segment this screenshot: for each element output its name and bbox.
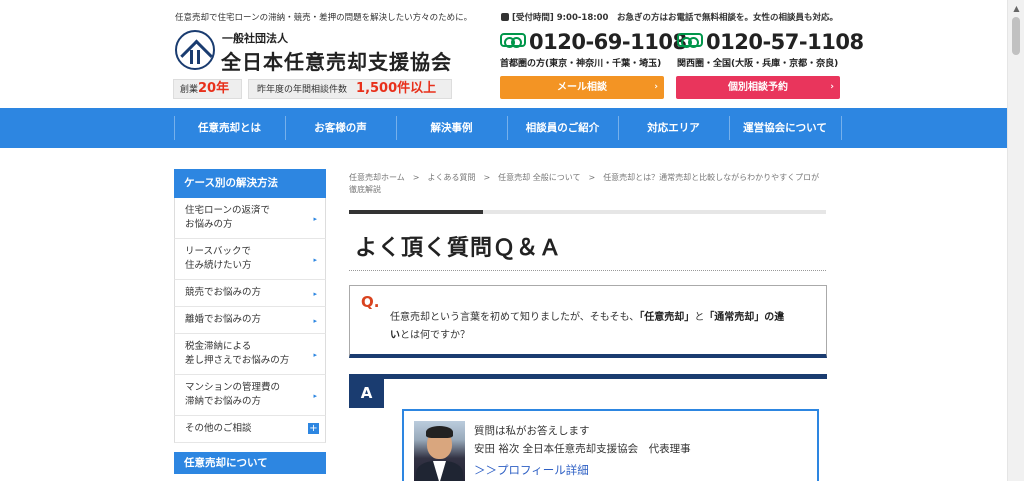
- sidebar-item-label: 滞納でお悩みの方: [185, 396, 262, 407]
- tel-tokyo-number[interactable]: 0120-69-1108: [529, 30, 687, 54]
- count-value: 1,500件以上: [356, 81, 437, 96]
- question-box: Q. 任意売却という言葉を初めて知りましたが、そもそも、「任意売却」と「通常売却…: [349, 285, 827, 358]
- nav-item-consultants[interactable]: 相談員のご紹介: [507, 108, 618, 148]
- freedial-icon: [677, 33, 703, 48]
- plus-icon[interactable]: +: [308, 423, 319, 434]
- org-name-logo[interactable]: 全日本任意売却支援協会: [221, 46, 452, 75]
- question-text: 任意売却という言葉を初めて知りましたが、そもそも、「任意売却」と「通常売却」の違…: [390, 309, 790, 345]
- tagline: 任意売却で住宅ローンの滞納・競売・差押の問題を解決したい方々のために。: [175, 13, 473, 23]
- question-text-part: と: [694, 312, 705, 323]
- tel-kansai[interactable]: 0120-57-1108: [677, 30, 864, 54]
- breadcrumb-home[interactable]: 任意売却ホーム: [349, 173, 405, 182]
- sidebar-item-label: リースバックで: [185, 246, 252, 257]
- chevron-right-icon: ›: [830, 82, 834, 92]
- business-hours: [受付時間] 9:00-18:00 お急ぎの方はお電話で無料相談を。女性の相談員…: [501, 11, 838, 23]
- sidebar-item-label: 住み続けたい方: [185, 260, 252, 271]
- profile-link[interactable]: ＞＞プロフィール詳細: [474, 462, 589, 478]
- sidebar-item-label: 税金滞納による: [185, 341, 252, 352]
- consultation-count-badge: 昨年度の年間相談件数 1,500件以上: [248, 79, 452, 99]
- answer-band: [349, 374, 827, 379]
- answer-mark: A: [349, 379, 384, 408]
- sidebar-item-label: その他のご相談: [185, 423, 252, 434]
- scrollbar-thumb[interactable]: [1012, 17, 1020, 55]
- main-nav: 任意売却とは お客様の声 解決事例 相談員のご紹介 対応エリア 運営協会について: [0, 108, 1007, 148]
- tel-kansai-number[interactable]: 0120-57-1108: [706, 30, 864, 54]
- breadcrumb-category[interactable]: 任意売却 全般について: [498, 173, 580, 182]
- nav-item-cases[interactable]: 解決事例: [396, 108, 507, 148]
- question-text-part: とは何ですか？: [400, 330, 470, 341]
- nav-item-area[interactable]: 対応エリア: [618, 108, 729, 148]
- nav-item-customer-voice[interactable]: お客様の声: [285, 108, 396, 148]
- sidebar-item-leaseback[interactable]: リースバックで 住み続けたい方 ▸: [174, 239, 326, 280]
- question-mark: Q.: [361, 293, 380, 311]
- chevron-right-icon: ›: [654, 82, 658, 92]
- arrow-right-icon: ▸: [313, 392, 317, 400]
- arrow-right-icon: ▸: [313, 317, 317, 325]
- sidebar: ケース別の解決方法 住宅ローンの返済で お悩みの方 ▸ リースバックで 住み続けたい方…: [174, 169, 326, 474]
- avatar: [414, 421, 465, 481]
- sidebar-item-tax[interactable]: 税金滞納による差し押さえでお悩みの方 ▸: [174, 334, 326, 375]
- nav-item-association[interactable]: 運営協会について: [729, 108, 841, 148]
- sidebar-item-auction[interactable]: 競売でお悩みの方 ▸: [174, 280, 326, 307]
- arrow-right-icon: ▸: [313, 351, 317, 359]
- sidebar-heading-about: 任意売却について: [174, 452, 326, 474]
- founded-value: 20年: [198, 81, 230, 96]
- org-type: 一般社団法人: [222, 32, 288, 45]
- arrow-right-icon: ▸: [313, 215, 317, 223]
- breadcrumb-current: 任意売却とは？通常売却と比較しながらわかりやすくプロが徹底解説: [349, 173, 820, 194]
- sidebar-item-label: 住宅ローンの返済で: [185, 205, 271, 216]
- answerer-name: 安田 裕次 全日本任意売却支援協会 代表理事: [474, 443, 691, 455]
- site-header: 任意売却で住宅ローンの滞納・競売・差押の問題を解決したい方々のために。 一般社団…: [0, 0, 1007, 108]
- founded-badge: 創業20年: [173, 79, 242, 99]
- freedial-icon: [500, 33, 526, 48]
- area-kansai: 関西圏・全国(大阪・兵庫・京都・奈良): [677, 59, 839, 69]
- breadcrumb-faq[interactable]: よくある質問: [427, 173, 475, 182]
- nav-item-about-ninbai[interactable]: 任意売却とは: [174, 108, 285, 148]
- page-bar: [349, 210, 826, 214]
- sidebar-item-loan[interactable]: 住宅ローンの返済で お悩みの方 ▸: [174, 198, 326, 239]
- booking-button[interactable]: 個別相談予約 ›: [676, 76, 840, 99]
- sidebar-item-other[interactable]: その他のご相談 +: [174, 416, 326, 443]
- page-bar-accent: [349, 210, 483, 214]
- mail-consult-button[interactable]: メール相談 ›: [500, 76, 664, 99]
- title-divider: [349, 270, 826, 271]
- scrollbar[interactable]: ▲: [1007, 0, 1024, 481]
- mail-consult-label: メール相談: [557, 82, 607, 93]
- answerer-box: 質問は私がお答えします 安田 裕次 全日本任意売却支援協会 代表理事 ＞＞プロフ…: [402, 409, 819, 481]
- question-bold-part: 「任意売却」: [639, 312, 695, 323]
- tel-tokyo[interactable]: 0120-69-1108: [500, 30, 687, 54]
- arrow-right-icon: ▸: [313, 290, 317, 298]
- booking-label: 個別相談予約: [728, 82, 788, 93]
- sidebar-item-label: 離婚でお悩みの方: [185, 314, 262, 325]
- phone-icon: [501, 13, 509, 21]
- arrow-right-icon: ▸: [313, 256, 317, 264]
- hours-text: [受付時間] 9:00-18:00 お急ぎの方はお電話で無料相談を。女性の相談員…: [512, 13, 838, 23]
- page-title: よく頂く質問Ｑ＆Ａ: [355, 235, 563, 261]
- founded-label: 創業: [180, 85, 199, 95]
- sidebar-item-label: 差し押さえでお悩みの方: [185, 355, 290, 366]
- area-tokyo: 首都圏の方(東京・神奈川・千葉・埼玉): [500, 59, 662, 69]
- sidebar-item-divorce[interactable]: 離婚でお悩みの方 ▸: [174, 307, 326, 334]
- breadcrumb: 任意売却ホーム > よくある質問 > 任意売却 全般について > 任意売却とは？通常売却と比…: [349, 173, 820, 194]
- sidebar-item-label: お悩みの方: [185, 219, 233, 230]
- sidebar-item-label: マンションの管理費の: [185, 382, 281, 393]
- count-label: 昨年度の年間相談件数: [257, 85, 348, 95]
- sidebar-item-mansion[interactable]: マンションの管理費の 滞納でお悩みの方 ▸: [174, 375, 326, 416]
- scroll-up-icon[interactable]: ▲: [1008, 0, 1024, 17]
- question-text-part: 任意売却という言葉を初めて知りましたが、そもそも、: [390, 312, 640, 323]
- sidebar-item-label: 競売でお悩みの方: [185, 287, 262, 298]
- answerer-intro: 質問は私がお答えします: [474, 425, 590, 437]
- logo-icon[interactable]: [175, 30, 215, 70]
- sidebar-heading: ケース別の解決方法: [174, 169, 326, 198]
- nav-divider: [841, 116, 842, 140]
